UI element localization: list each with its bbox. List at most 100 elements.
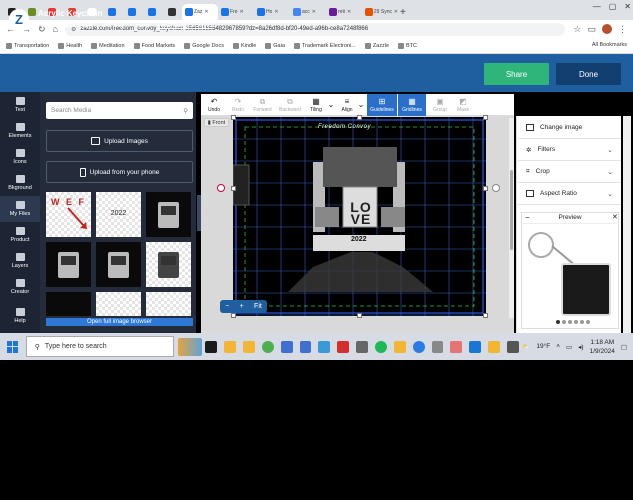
rail-background[interactable]: Bkground xyxy=(0,170,40,196)
maximize-icon[interactable]: ▢ xyxy=(609,2,617,11)
chrome-icon[interactable] xyxy=(261,340,274,353)
close-icon[interactable]: ✕ xyxy=(624,2,631,11)
media-thumb-truck-7[interactable] xyxy=(146,292,191,316)
close-tab-icon[interactable]: ✕ xyxy=(204,9,208,15)
weather-text[interactable]: 19°F xyxy=(536,343,550,350)
change-image-button[interactable]: Change image xyxy=(518,117,621,139)
folder-icon[interactable] xyxy=(242,340,255,353)
app-icon[interactable] xyxy=(318,340,331,353)
bookmark-item[interactable]: BTC xyxy=(398,42,417,49)
preview-dot[interactable] xyxy=(574,320,578,324)
rotate-handle-left[interactable] xyxy=(217,184,225,192)
media-thumb-truck-2[interactable] xyxy=(46,242,91,287)
resize-handle-t[interactable] xyxy=(357,115,362,120)
notifications-icon[interactable]: ▢ xyxy=(621,343,627,351)
page-scrollbar[interactable] xyxy=(623,116,631,333)
close-tab-icon[interactable]: ✕ xyxy=(274,9,278,15)
zazzle-logo[interactable]: Z xyxy=(9,9,29,29)
profile-avatar[interactable] xyxy=(602,24,612,34)
rail-my-files[interactable]: My Files xyxy=(0,196,40,222)
rail-creator[interactable]: Creator xyxy=(0,274,40,300)
aspect-ratio-row[interactable]: Aspect Ratio ⌄ xyxy=(518,183,621,205)
collapse-preview-icon[interactable]: − xyxy=(525,213,530,222)
guidelines-toggle[interactable]: ⊞ Guidelines xyxy=(367,94,397,116)
browser-tab[interactable]: reti ✕ xyxy=(326,4,362,20)
align-dropdown[interactable]: ⌄ xyxy=(357,94,365,116)
resize-handle-br[interactable] xyxy=(483,313,488,318)
clock[interactable]: 1:18 AM 1/9/2024 xyxy=(590,338,615,356)
browser-tab[interactable]: 29 Sync ✕ xyxy=(362,4,398,20)
tiling-dropdown[interactable]: ⌄ xyxy=(327,94,335,116)
bookmark-item[interactable]: Transportation xyxy=(6,42,49,49)
media-thumb-truck-6[interactable] xyxy=(96,292,141,316)
media-search-input[interactable]: Search Media ⚲ xyxy=(46,102,193,119)
resize-handle-r[interactable] xyxy=(483,186,488,191)
media-thumb-year[interactable]: 2022 xyxy=(96,192,141,237)
app-icon[interactable] xyxy=(506,340,519,353)
rail-elements[interactable]: Elements xyxy=(0,118,40,144)
calendar-icon[interactable] xyxy=(280,340,293,353)
open-image-browser-button[interactable]: Open full image browser xyxy=(46,318,193,326)
kindle-app-icon[interactable] xyxy=(205,340,218,353)
tiling-button[interactable]: ▦ Tiling xyxy=(305,94,327,116)
close-tab-icon[interactable]: ✕ xyxy=(240,9,244,15)
zoom-out-button[interactable]: − xyxy=(225,303,229,310)
bookmark-item[interactable]: Trademark Electroni... xyxy=(293,42,356,49)
backward-button[interactable]: ⧉ Backward xyxy=(276,94,304,116)
star-icon[interactable]: ☆ xyxy=(573,24,581,35)
browser-tab[interactable]: Zaz ✕ xyxy=(182,4,218,20)
browser-tab[interactable] xyxy=(142,4,162,20)
bookmark-item[interactable]: Food Markets xyxy=(133,42,175,49)
bookmark-item[interactable]: Gaia xyxy=(265,42,285,49)
media-thumb-truck-4[interactable] xyxy=(146,242,191,287)
rail-layers[interactable]: Layers xyxy=(0,248,40,274)
bookmark-item[interactable]: Kindle xyxy=(232,42,256,49)
menu-help[interactable]: Help xyxy=(135,22,149,29)
undo-button[interactable]: ↶ Undo xyxy=(203,94,225,116)
media-thumb-wef[interactable]: W E F xyxy=(46,192,91,237)
resize-handle-b[interactable] xyxy=(357,313,362,318)
side-panel-icon[interactable]: ▭ xyxy=(587,24,596,35)
preview-dot[interactable] xyxy=(586,320,590,324)
mask-button[interactable]: ◩ Mask xyxy=(452,94,474,116)
preview-dot[interactable] xyxy=(580,320,584,324)
rail-product[interactable]: Product xyxy=(0,222,40,248)
love-text[interactable]: LO VE xyxy=(346,200,376,226)
upload-images-button[interactable]: Upload Images xyxy=(46,130,193,152)
spotify-icon[interactable] xyxy=(374,340,387,353)
new-tab-icon[interactable]: + xyxy=(400,7,406,18)
menu-settings[interactable]: Settings xyxy=(102,22,127,29)
redo-button[interactable]: ↷ Redo xyxy=(227,94,249,116)
widgets-icon[interactable] xyxy=(178,337,202,356)
align-button[interactable]: ≡ Align xyxy=(337,94,357,116)
start-button[interactable] xyxy=(0,333,26,360)
share-button[interactable]: Share xyxy=(484,63,549,85)
resize-handle-l[interactable] xyxy=(231,186,236,191)
app-icon[interactable] xyxy=(488,340,500,353)
weather-icon[interactable]: ⛅ xyxy=(522,343,530,351)
app-icon[interactable] xyxy=(469,340,482,353)
media-thumb-truck-5[interactable] xyxy=(46,292,91,316)
menu-icon[interactable]: ⋮ xyxy=(618,24,627,35)
browser-tab[interactable] xyxy=(122,4,142,20)
preview-dot[interactable] xyxy=(556,320,560,324)
media-app-icon[interactable] xyxy=(337,340,350,353)
close-icon[interactable]: ✕ xyxy=(612,213,618,221)
app-icon[interactable] xyxy=(356,340,368,353)
done-button[interactable]: Done xyxy=(556,63,621,85)
file-explorer-icon[interactable] xyxy=(224,340,236,353)
gridlines-toggle[interactable]: ▦ Gridlines xyxy=(398,94,426,116)
front-side-tab[interactable]: ▮ Front xyxy=(204,118,229,127)
resize-handle-tl[interactable] xyxy=(231,115,236,120)
volume-icon[interactable]: ◂) xyxy=(578,343,583,351)
bookmark-item[interactable]: Google Docs xyxy=(184,42,224,49)
search-icon[interactable]: ⚲ xyxy=(183,107,188,115)
year-text[interactable]: 2022 xyxy=(351,236,367,243)
forward-button[interactable]: ⧉ Forward xyxy=(250,94,275,116)
group-button[interactable]: ▣ Group xyxy=(429,94,451,116)
resize-handle-bl[interactable] xyxy=(231,313,236,318)
app-icon[interactable] xyxy=(431,340,444,353)
preview-dot[interactable] xyxy=(568,320,572,324)
media-thumb-truck-1[interactable] xyxy=(146,192,191,237)
resize-handle-tr[interactable] xyxy=(483,115,488,120)
